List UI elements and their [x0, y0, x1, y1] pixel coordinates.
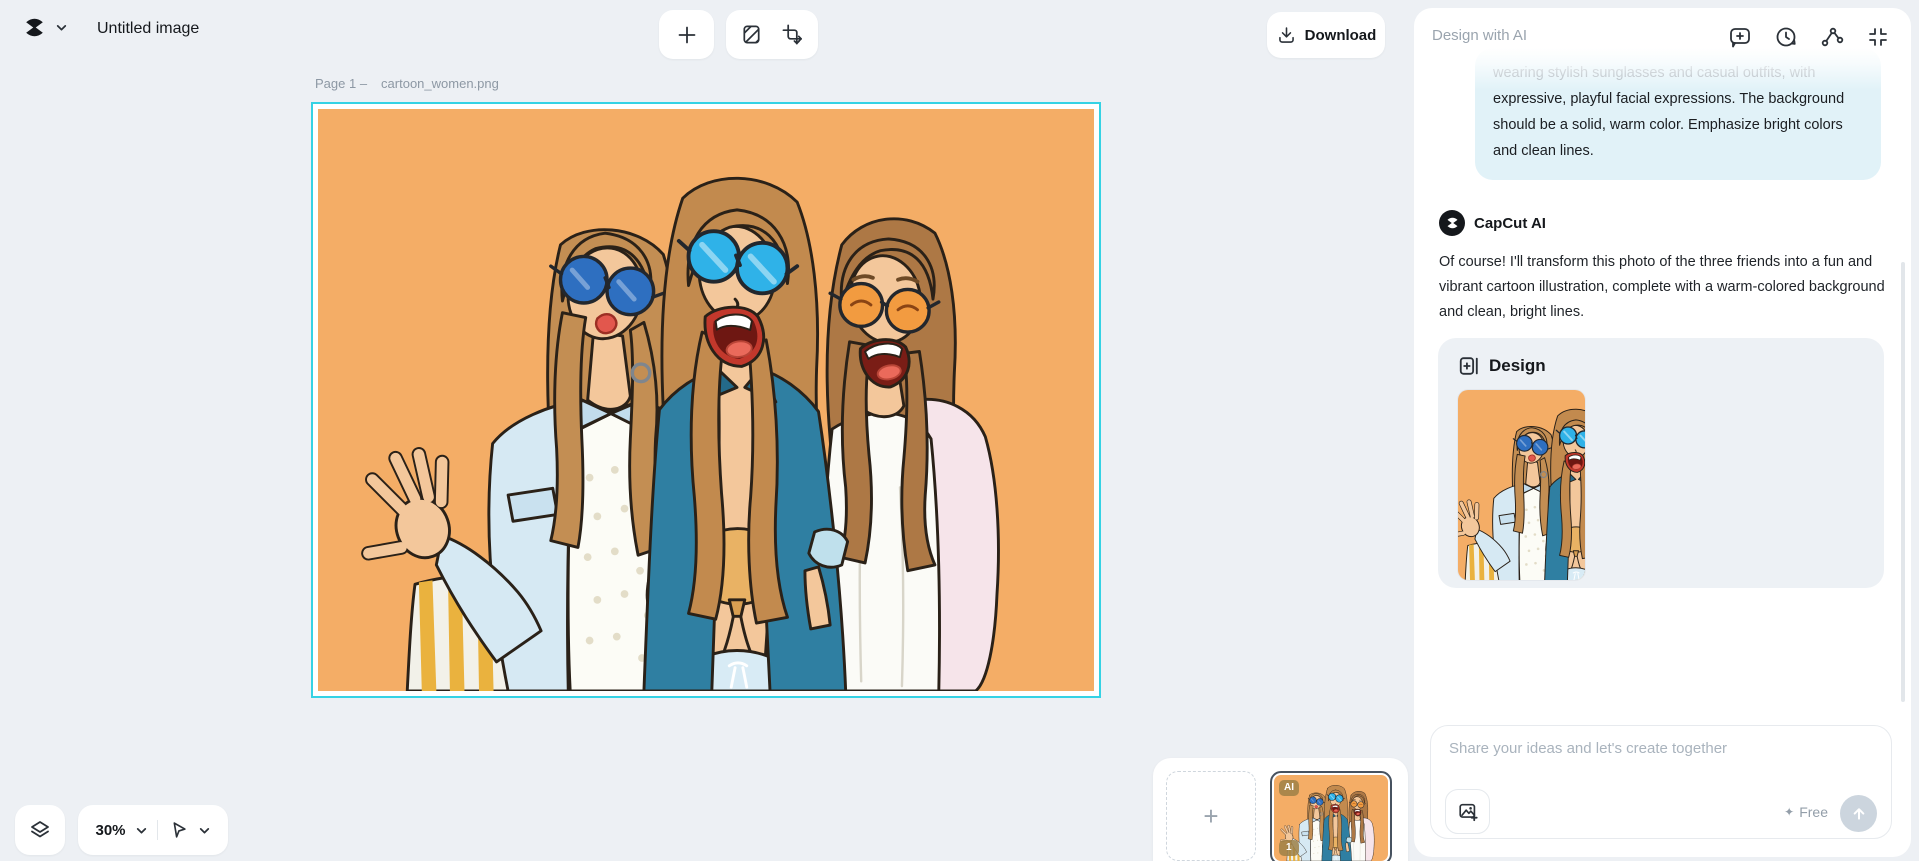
- assistant-name: CapCut AI: [1474, 214, 1546, 232]
- download-icon: [1278, 26, 1294, 43]
- attach-image-button[interactable]: [1445, 789, 1490, 834]
- design-result-thumbnail[interactable]: [1458, 390, 1585, 580]
- design-card-title: Design: [1489, 356, 1546, 375]
- page-file-name: cartoon_women.png: [381, 76, 499, 91]
- assistant-message: Of course! I'll transform this photo of …: [1439, 254, 1885, 320]
- share-icon[interactable]: [1820, 25, 1844, 49]
- history-icon[interactable]: [1774, 25, 1798, 49]
- page-label: Page 1 – cartoon_women.png: [315, 76, 499, 91]
- download-label: Download: [1304, 26, 1377, 44]
- image-add-icon: [1458, 803, 1478, 821]
- add-icon: [678, 26, 695, 43]
- crop-icon[interactable]: [781, 23, 804, 46]
- new-chat-icon[interactable]: [1728, 25, 1752, 49]
- zoom-level[interactable]: 30%: [95, 822, 125, 839]
- design-icon: [1459, 357, 1478, 375]
- design-with-ai-panel: Design with AI wearing stylish sunglasse…: [1414, 8, 1911, 857]
- canvas-page[interactable]: [311, 102, 1101, 698]
- free-credit-tag: ✦ Free: [1784, 804, 1828, 820]
- user-message-bubble: wearing stylish sunglasses and casual ou…: [1475, 48, 1881, 180]
- ai-badge: AI: [1279, 780, 1299, 796]
- layers-icon: [31, 821, 49, 838]
- download-button[interactable]: Download: [1267, 12, 1385, 58]
- divider: [156, 820, 158, 840]
- page-thumbnail-1[interactable]: AI 1: [1270, 771, 1392, 861]
- user-message-text: expressive, playful facial expressions. …: [1493, 91, 1845, 159]
- chevron-down-icon: [56, 25, 67, 31]
- capcut-logo-icon: [1447, 217, 1457, 229]
- add-page-button[interactable]: +: [1166, 771, 1256, 861]
- view-controls: 30%: [78, 805, 228, 855]
- canvas-tools: [726, 10, 818, 59]
- sparkle-icon: ✦: [1784, 805, 1795, 819]
- chevron-down-icon[interactable]: [198, 824, 211, 837]
- chat-input[interactable]: [1449, 740, 1869, 757]
- panel-title: Design with AI: [1432, 27, 1528, 44]
- background-icon[interactable]: [740, 23, 763, 46]
- pages-tray: + AI 1: [1153, 758, 1408, 861]
- panel-scrollbar[interactable]: [1901, 262, 1905, 702]
- capcut-editor: Untitled image Download Page 1 – cartoon…: [0, 0, 1919, 861]
- capcut-ai-avatar: [1439, 210, 1465, 236]
- cursor-icon[interactable]: [167, 819, 189, 841]
- send-button[interactable]: [1840, 795, 1877, 832]
- cartoon-women-image: [318, 109, 1094, 691]
- panel-header-actions: [1728, 25, 1890, 49]
- app-menu[interactable]: [22, 16, 68, 39]
- assistant-header: CapCut AI: [1439, 210, 1546, 236]
- page-number-badge: 1: [1279, 840, 1299, 856]
- free-label: Free: [1799, 804, 1828, 820]
- send-arrow-icon: [1853, 807, 1864, 820]
- user-message-faded-line: wearing stylish sunglasses and casual ou…: [1493, 65, 1816, 81]
- capcut-logo-icon: [26, 18, 43, 37]
- add-element-button[interactable]: [659, 10, 714, 59]
- document-title[interactable]: Untitled image: [97, 20, 199, 38]
- chevron-down-icon[interactable]: [135, 824, 148, 837]
- page-number-label: Page 1 –: [315, 76, 368, 91]
- chat-composer[interactable]: ✦ Free: [1430, 725, 1892, 839]
- add-page-label: +: [1203, 800, 1219, 831]
- collapse-icon[interactable]: [1866, 25, 1890, 49]
- layers-button[interactable]: [15, 805, 65, 855]
- design-card-header: Design: [1458, 355, 1864, 377]
- design-card: Design: [1438, 338, 1884, 588]
